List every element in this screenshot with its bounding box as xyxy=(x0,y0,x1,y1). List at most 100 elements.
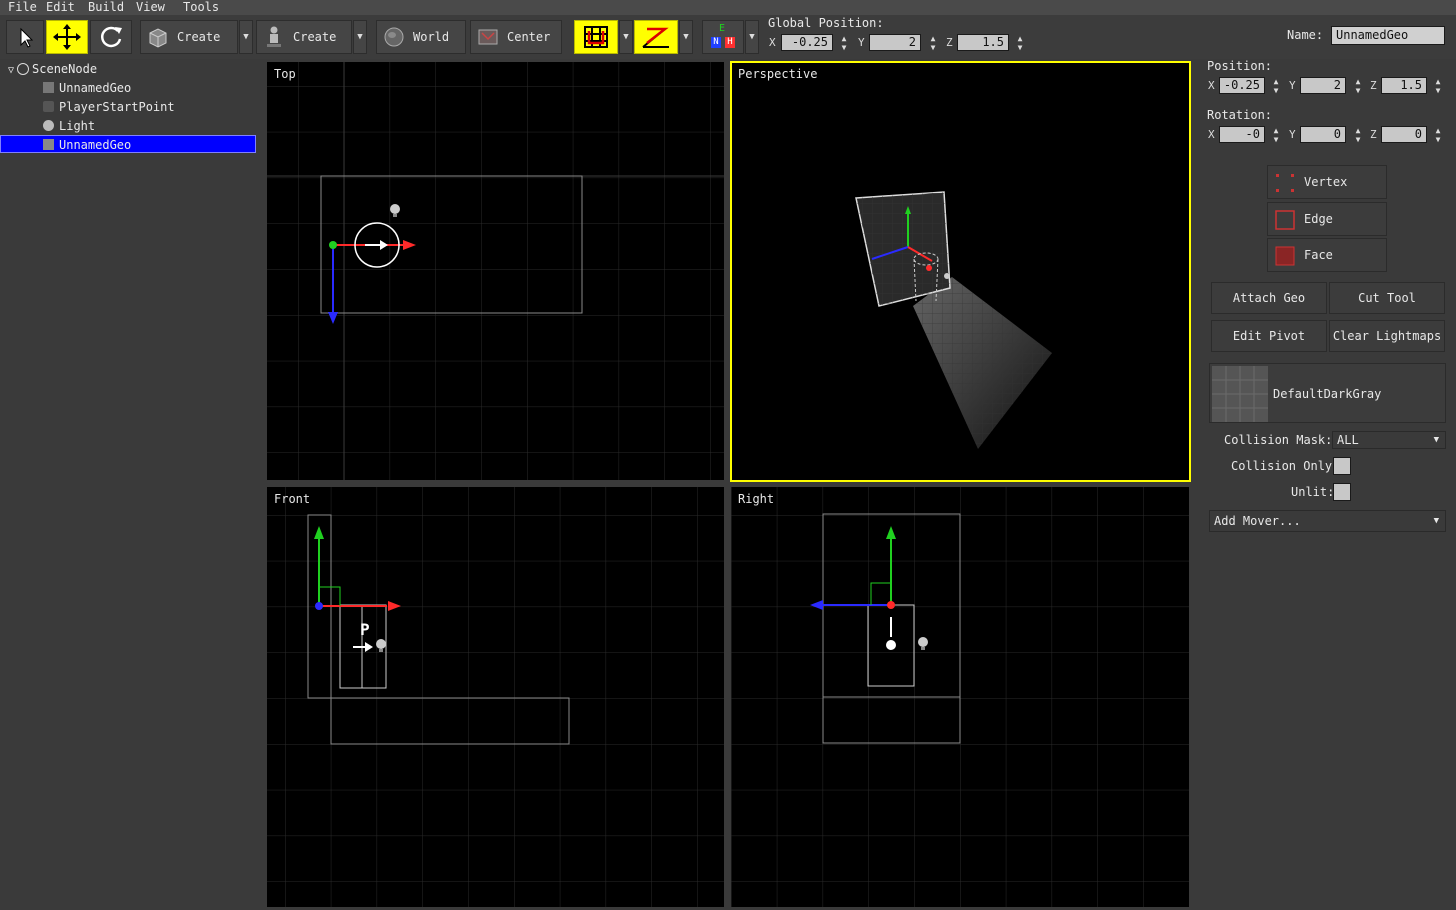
move-tool-button[interactable] xyxy=(46,20,88,54)
menu-tools[interactable]: Tools xyxy=(183,0,219,15)
tree-item[interactable]: UnnamedGeo xyxy=(0,79,256,97)
snap-grid-dropdown[interactable]: ▼ xyxy=(619,20,633,54)
snap-angle-button[interactable] xyxy=(634,20,678,54)
tree-item-selected[interactable]: UnnamedGeo xyxy=(0,135,256,153)
mode-n-label: N xyxy=(711,37,721,48)
collision-mask-select[interactable]: ALL ▼ xyxy=(1332,431,1446,449)
chevron-down-icon: ▼ xyxy=(357,32,363,42)
rotation-x-field[interactable]: -0 xyxy=(1219,126,1265,143)
position-z-field[interactable]: 1.5 xyxy=(1381,77,1427,94)
menu-edit[interactable]: Edit xyxy=(46,0,75,15)
snap-grid-button[interactable] xyxy=(574,20,618,54)
global-position-label: Global Position: xyxy=(768,16,884,30)
spin-down-icon: ▼ xyxy=(1355,135,1361,144)
tree-item-label: PlayerStartPoint xyxy=(59,100,175,114)
viewport-top-canvas xyxy=(267,62,724,480)
collapse-triangle-icon[interactable]: ▽ xyxy=(8,65,14,76)
name-field[interactable]: UnnamedGeo xyxy=(1331,26,1445,45)
viewport-front-canvas: P xyxy=(267,487,724,907)
edge-normal-dropdown[interactable]: ▼ xyxy=(745,20,759,54)
spin-down-icon: ▼ xyxy=(841,43,847,52)
menu-view[interactable]: View xyxy=(136,0,165,15)
spin-down-icon: ▼ xyxy=(1435,86,1441,95)
cursor-icon xyxy=(20,27,34,48)
edit-pivot-button[interactable]: Edit Pivot xyxy=(1211,320,1327,352)
viewport-right-canvas xyxy=(731,487,1189,907)
viewport-perspective[interactable]: Perspective xyxy=(730,61,1191,482)
menu-build[interactable]: Build xyxy=(88,0,124,15)
tree-root-scenenode[interactable]: ▽ SceneNode xyxy=(0,60,256,78)
spin-up-icon: ▲ xyxy=(1273,77,1279,86)
menu-bar: File Edit Build View Tools xyxy=(0,0,1456,16)
tree-item[interactable]: Light xyxy=(0,117,256,135)
select-tool-button[interactable] xyxy=(6,20,44,54)
create-entity-dropdown[interactable]: ▼ xyxy=(353,20,367,54)
rotation-label: Rotation: xyxy=(1207,108,1273,122)
collision-only-checkbox[interactable] xyxy=(1333,457,1351,475)
material-thumbnail xyxy=(1212,366,1268,422)
viewport-front[interactable]: P Front xyxy=(267,487,724,907)
spin-down-icon: ▼ xyxy=(1355,86,1361,95)
viewport-front-title: Front xyxy=(274,492,311,506)
global-z-axis-label: Z xyxy=(946,36,953,49)
position-x-spinner[interactable]: ▲ ▼ xyxy=(1271,77,1281,95)
rotation-z-spinner[interactable]: ▲ ▼ xyxy=(1433,126,1443,144)
snap-grid-icon xyxy=(584,26,608,48)
tree-item-label: UnnamedGeo xyxy=(59,81,132,95)
mode-h-label: H xyxy=(725,37,735,48)
menu-file[interactable]: File xyxy=(8,0,37,15)
rotation-y-field[interactable]: 0 xyxy=(1300,126,1346,143)
position-z-spinner[interactable]: ▲ ▼ xyxy=(1433,77,1443,95)
create-entity-label: Create xyxy=(293,30,337,44)
material-name: DefaultDarkGray xyxy=(1273,387,1382,401)
global-y-field[interactable]: 2 xyxy=(869,34,921,51)
rotation-z-field[interactable]: 0 xyxy=(1381,126,1427,143)
global-y-axis-label: Y xyxy=(858,36,865,49)
add-mover-select[interactable]: Add Mover... ▼ xyxy=(1209,510,1446,532)
position-label: Position: xyxy=(1207,59,1273,73)
snap-angle-dropdown[interactable]: ▼ xyxy=(679,20,693,54)
cut-tool-button[interactable]: Cut Tool xyxy=(1329,282,1445,314)
material-selector[interactable]: DefaultDarkGray xyxy=(1209,363,1446,423)
global-x-field[interactable]: -0.25 xyxy=(781,34,833,51)
player-icon xyxy=(43,101,54,112)
face-mode-button[interactable]: Face xyxy=(1267,238,1387,272)
attach-geo-button[interactable]: Attach Geo xyxy=(1211,282,1327,314)
edge-normal-toggle-button[interactable]: E N H xyxy=(702,20,744,54)
viewport-right[interactable]: Right xyxy=(731,487,1189,907)
spin-up-icon: ▲ xyxy=(841,34,847,43)
clear-lightmaps-button[interactable]: Clear Lightmaps xyxy=(1329,320,1445,352)
rotate-tool-button[interactable] xyxy=(90,20,132,54)
world-space-button[interactable]: World xyxy=(376,20,466,54)
face-icon xyxy=(1275,246,1295,266)
chevron-down-icon: ▼ xyxy=(623,32,629,42)
position-x-field[interactable]: -0.25 xyxy=(1219,77,1265,94)
position-y-spinner[interactable]: ▲ ▼ xyxy=(1353,77,1363,95)
create-geo-button[interactable]: Create xyxy=(140,20,238,54)
vertex-label: Vertex xyxy=(1304,175,1348,189)
viewport-top[interactable]: Top xyxy=(267,62,724,480)
rot-z-axis-label: Z xyxy=(1370,128,1377,141)
edge-mode-button[interactable]: Edge xyxy=(1267,202,1387,236)
edge-label: Edge xyxy=(1304,212,1333,226)
tree-item[interactable]: PlayerStartPoint xyxy=(0,98,256,116)
light-icon xyxy=(43,120,54,131)
scene-node-icon xyxy=(17,63,30,75)
global-z-field[interactable]: 1.5 xyxy=(957,34,1009,51)
create-geo-dropdown[interactable]: ▼ xyxy=(239,20,253,54)
global-z-spinner[interactable]: ▲ ▼ xyxy=(1015,34,1025,52)
global-y-spinner[interactable]: ▲ ▼ xyxy=(928,34,938,52)
chevron-down-icon: ▼ xyxy=(683,32,689,42)
viewport-perspective-title: Perspective xyxy=(738,67,818,81)
center-pivot-button[interactable]: Center xyxy=(470,20,562,54)
rotation-y-spinner[interactable]: ▲ ▼ xyxy=(1353,126,1363,144)
unlit-checkbox[interactable] xyxy=(1333,483,1351,501)
rotation-x-spinner[interactable]: ▲ ▼ xyxy=(1271,126,1281,144)
create-entity-button[interactable]: Create xyxy=(256,20,352,54)
position-y-field[interactable]: 2 xyxy=(1300,77,1346,94)
vertex-mode-button[interactable]: Vertex xyxy=(1267,165,1387,199)
collision-mask-value: ALL xyxy=(1337,433,1359,447)
global-x-spinner[interactable]: ▲ ▼ xyxy=(839,34,849,52)
spin-down-icon: ▼ xyxy=(1273,135,1279,144)
chevron-down-icon: ▼ xyxy=(243,32,249,42)
